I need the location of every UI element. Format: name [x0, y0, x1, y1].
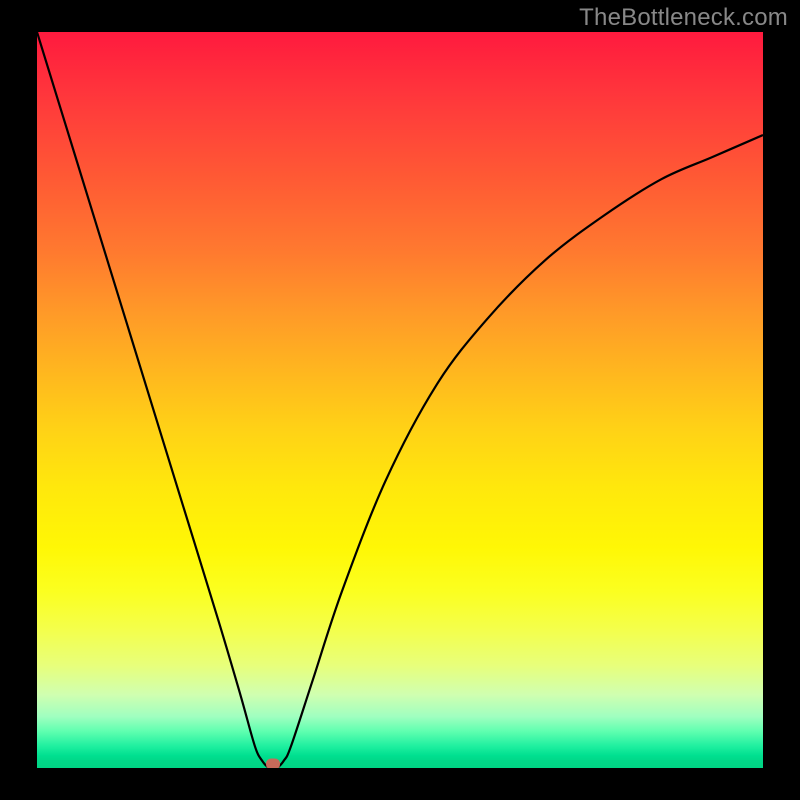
chart-wrapper: TheBottleneck.com: [0, 0, 800, 800]
plot-area: [37, 32, 763, 768]
curve-svg: [37, 32, 763, 768]
watermark-text: TheBottleneck.com: [579, 4, 788, 32]
bottleneck-curve-path: [37, 32, 763, 768]
optimal-point-marker: [266, 759, 280, 768]
